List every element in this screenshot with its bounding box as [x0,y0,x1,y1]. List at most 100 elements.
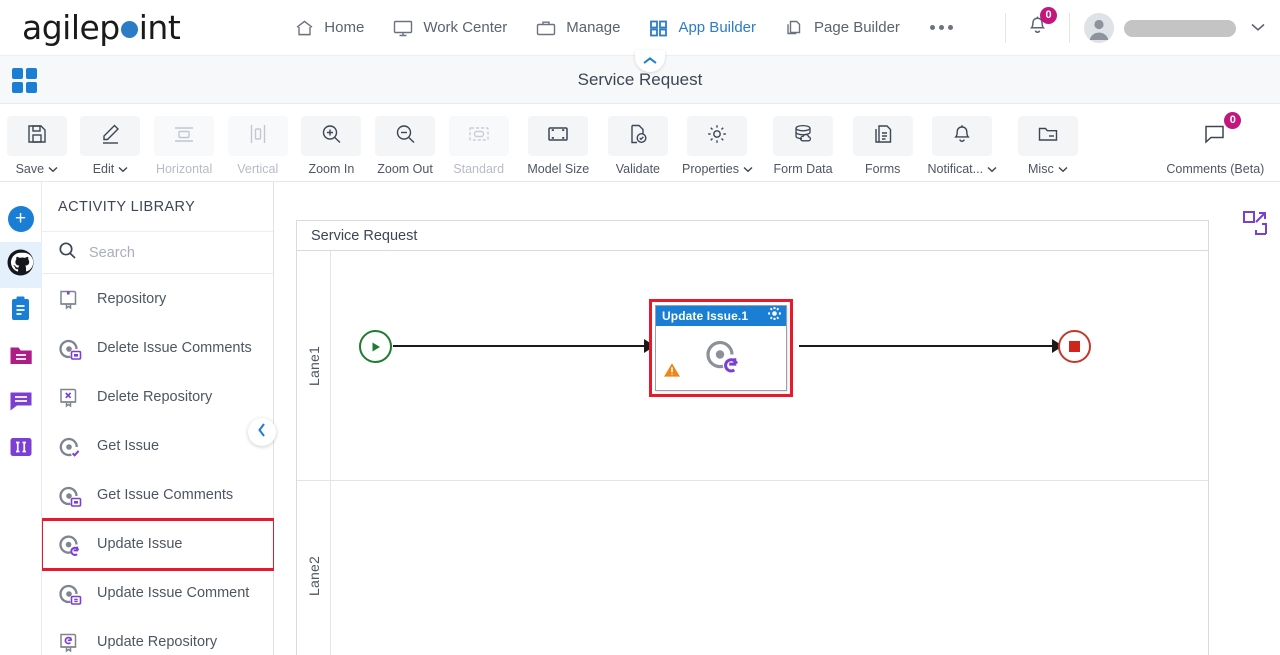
toolbar-button-save[interactable]: Save [0,112,74,176]
avatar[interactable] [1084,13,1114,43]
add-activity-button[interactable]: + [0,196,42,242]
toolbar-button-edit[interactable]: Edit [74,112,148,176]
search-input[interactable] [89,244,239,261]
chevron-down-icon [118,166,128,172]
validate-doc-check-icon [626,122,650,151]
play-triangle-icon [372,342,380,351]
save-floppy-icon [25,122,49,151]
ellipsis-icon[interactable] [914,19,969,36]
toolbar-button-zoom-out[interactable]: Zoom Out [368,112,442,176]
toolbar-button-comments[interactable]: 0 Comments (Beta) [1151,112,1280,176]
agilepoint-logo[interactable]: agilep int [22,8,181,47]
lane-2-header: Lane2 [297,481,331,655]
task-update-issue-selected[interactable]: Update Issue.1 [649,299,793,397]
swimlane-library-button[interactable] [0,426,42,472]
toolbar-button-notifications[interactable]: Notificat... [920,112,1006,176]
start-event[interactable] [359,330,392,363]
lane-2-body[interactable] [331,481,1208,655]
plus-circle-icon: + [7,206,34,232]
left-icon-rail: + [0,182,42,655]
toolbar-label: Edit [92,162,115,176]
toolbar-label: Zoom Out [377,162,433,176]
bell-icon [1026,16,1049,42]
activity-item-delete-repository[interactable]: Delete Repository [42,373,274,422]
update-issue-icon [54,530,84,560]
toolbar-button-standard[interactable]: Standard [442,112,516,176]
chevron-left-icon [257,422,267,443]
toolbar-button-misc[interactable]: Misc [1005,112,1091,176]
nav-item-manage[interactable]: Manage [521,12,634,44]
activity-item-get-issue-comments[interactable]: Get Issue Comments [42,471,274,520]
activity-item-update-repository[interactable]: Update Repository [42,618,274,655]
sequence-flow-2 [799,345,1056,347]
nav-item-page-builder[interactable]: Page Builder [770,12,914,44]
github-connector-button[interactable] [0,242,42,288]
panel-header: ACTIVITY LIBRARY [42,182,273,232]
github-icon [7,249,34,281]
task-name: Update Issue.1 [662,309,749,323]
nav-label: Page Builder [814,19,900,36]
toolbar-label: Comments (Beta) [1166,162,1265,176]
toolbar-button-horizontal[interactable]: Horizontal [147,112,221,176]
gear-icon [705,122,729,151]
top-navigation-bar: agilep int Home Work Center Manage App B… [0,0,1280,56]
toolbar-button-vertical[interactable]: Vertical [221,112,295,176]
get-issue-icon [54,432,84,462]
nav-item-home[interactable]: Home [280,12,378,44]
clipboard-icon [8,295,33,327]
toolbar-button-form-data[interactable]: Form Data [760,112,846,176]
activity-library-panel: ACTIVITY LIBRARY Repository Delete Issue… [42,182,274,655]
comments-library-button[interactable] [0,380,42,426]
folder-minus-icon [1036,122,1060,151]
repository-icon [54,285,84,315]
toolbar-button-zoom-in[interactable]: Zoom In [295,112,369,176]
forms-pages-icon [871,122,895,151]
search-row [42,232,273,274]
database-cloud-icon [791,122,815,151]
chevron-down-icon [743,166,753,172]
toolbar-label: Save [15,162,45,176]
toolbar-button-model-size[interactable]: Model Size [515,112,601,176]
notification-badge: 0 [1040,6,1057,24]
collapse-panel-button[interactable] [248,418,276,446]
lane-1-body[interactable]: Update Issue.1 [331,251,1208,480]
activity-item-repository[interactable]: Repository [42,275,274,324]
toolbar-button-properties[interactable]: Properties [675,112,761,176]
logo-text-2: int [138,8,181,47]
toolbar-button-forms[interactable]: Forms [846,112,920,176]
notification-bell-button[interactable]: 0 [1020,6,1057,47]
toolbar-label: Vertical [237,162,279,176]
toolbar-button-validate[interactable]: Validate [601,112,675,176]
expand-fullscreen-icon[interactable] [1242,210,1268,241]
activity-item-update-issue-comment[interactable]: Update Issue Comment [42,569,274,618]
activity-label: Get Issue [97,437,160,454]
lane-1: Lane1 Update Issue.1 [297,251,1208,481]
gear-icon[interactable] [768,307,781,325]
nav-item-work-center[interactable]: Work Center [378,12,521,44]
process-canvas[interactable]: Service Request Lane1 Update Issue.1 Lan… [274,182,1280,655]
task-node[interactable]: Update Issue.1 [655,305,787,391]
activity-item-delete-issue-comments[interactable]: Delete Issue Comments [42,324,274,373]
folder-library-button[interactable] [0,334,42,380]
activity-item-update-issue[interactable]: Update Issue [42,518,274,571]
activity-item-get-issue[interactable]: Get Issue [42,422,274,471]
task-body [656,326,786,390]
stop-square-icon [1069,341,1080,352]
search-icon [58,241,77,265]
update-repository-icon [54,628,84,655]
lane-2: Lane2 [297,481,1208,655]
copy-pages-icon [784,18,805,38]
chevron-down-icon[interactable] [1250,19,1266,37]
nav-label: App Builder [678,19,757,36]
editor-toolbar: Save Edit Horizontal Vertical Zoom In Zo… [0,104,1280,182]
nav-label: Work Center [423,19,508,36]
clipboard-library-button[interactable] [0,288,42,334]
activity-label: Update Repository [97,633,218,650]
pool-title: Service Request [297,221,1208,251]
nav-item-app-builder[interactable]: App Builder [634,12,770,44]
briefcase-icon [535,18,557,38]
end-event[interactable] [1058,330,1091,363]
chevron-down-icon [987,166,997,172]
toolbar-label: Zoom In [308,162,355,176]
nav-right-group: 0 [991,0,1266,56]
